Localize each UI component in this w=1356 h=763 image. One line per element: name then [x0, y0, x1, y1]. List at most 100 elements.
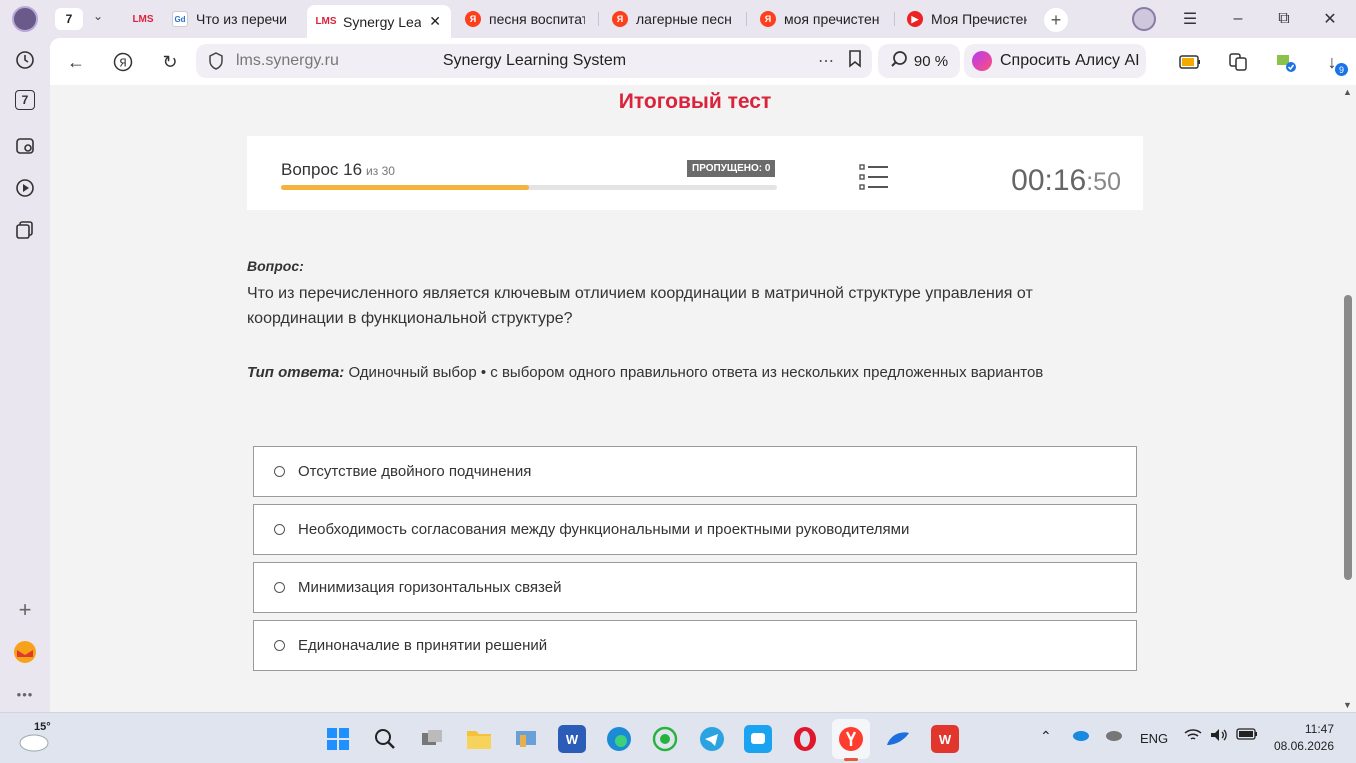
address-bar[interactable]: lms.synergy.ru Synergy Learning System ⋯	[196, 44, 872, 78]
answer-option[interactable]: Необходимость согласования между функцио…	[253, 504, 1137, 555]
tab-divider	[894, 12, 895, 26]
profile-avatar[interactable]	[12, 6, 38, 32]
translate-icon[interactable]	[1224, 48, 1252, 76]
back-icon[interactable]: ←	[62, 48, 90, 76]
answer-type: Тип ответа: Одиночный выбор • с выбором …	[247, 364, 1043, 381]
wps-icon[interactable]: W	[931, 725, 959, 753]
radio-button[interactable]	[274, 640, 285, 651]
answer-option-label: Единоначалие в принятии решений	[298, 637, 548, 654]
extension-icon[interactable]	[1272, 48, 1300, 76]
downloads-badge: 9	[1335, 63, 1348, 76]
reload-icon[interactable]: ↻	[156, 48, 184, 76]
yandex-icon: Я	[612, 11, 628, 27]
messenger-icon[interactable]	[744, 725, 772, 753]
telegram-icon[interactable]	[698, 725, 726, 753]
weather-widget[interactable]: 15°	[18, 721, 52, 753]
answer-option[interactable]: Минимизация горизонтальных связей	[253, 562, 1137, 613]
language-indicator[interactable]: ENG	[1140, 731, 1168, 746]
add-icon[interactable]: +	[13, 597, 37, 622]
app-icon[interactable]	[884, 725, 912, 753]
play-icon[interactable]	[13, 176, 37, 200]
progress-fill	[281, 185, 529, 190]
gd-icon: Gd	[172, 11, 188, 27]
page-content: Итоговый тест Вопрос 16 из 30 ПРОПУЩЕНО: …	[50, 85, 1340, 712]
yandex-logo-icon[interactable]: Я	[109, 48, 137, 76]
wifi-icon[interactable]	[1184, 728, 1202, 745]
clock[interactable]: 11:47 08.06.2026	[1270, 721, 1334, 755]
side-panel: 7 + •••	[0, 38, 50, 713]
answer-option-label: Минимизация горизонтальных связей	[298, 579, 562, 596]
volume-icon[interactable]	[1210, 728, 1228, 745]
skipped-badge[interactable]: ПРОПУЩЕНО: 0	[687, 160, 776, 177]
restore-icon[interactable]: ⧉	[1270, 6, 1298, 32]
active-app-indicator	[844, 758, 858, 761]
tab-title: песня воспитат	[489, 11, 585, 27]
search-icon[interactable]	[371, 725, 399, 753]
tab-title: Что из перечис	[196, 11, 286, 27]
tab-gd[interactable]: Gd Что из перечис	[162, 5, 302, 33]
tab-synergy[interactable]: LMS Synergy Lear ✕	[307, 5, 451, 38]
url-domain: lms.synergy.ru	[236, 52, 339, 69]
radio-button[interactable]	[274, 466, 285, 477]
tab-divider	[746, 12, 747, 26]
opera-icon[interactable]	[791, 725, 819, 753]
task-view-icon[interactable]	[418, 725, 446, 753]
word-icon[interactable]: W	[558, 725, 586, 753]
whatsapp-icon[interactable]	[651, 725, 679, 753]
scroll-down-arrow[interactable]: ▼	[1343, 700, 1352, 710]
radio-button[interactable]	[274, 524, 285, 535]
yandex-browser-taskbar-icon[interactable]	[832, 719, 870, 761]
file-explorer-icon[interactable]	[465, 725, 493, 753]
answer-option[interactable]: Отсутствие двойного подчинения	[253, 446, 1137, 497]
tab-video[interactable]: ▶ Моя Пречистен	[897, 5, 1037, 33]
tab-song-3[interactable]: Я моя пречистен	[750, 5, 892, 33]
close-icon[interactable]: ✕	[429, 13, 441, 30]
new-tab-button[interactable]: +	[1044, 8, 1068, 32]
chevron-up-icon[interactable]: ⌃	[1040, 728, 1052, 745]
start-icon[interactable]	[324, 725, 352, 753]
more-icon[interactable]: •••	[13, 682, 37, 706]
shield-icon[interactable]	[208, 52, 224, 70]
menu-icon[interactable]: ☰	[1176, 6, 1204, 32]
minimize-icon[interactable]: –	[1224, 6, 1252, 32]
downloads-icon[interactable]: ↓ 9	[1318, 48, 1348, 76]
scrollbar[interactable]: ▲ ▼	[1340, 85, 1356, 712]
bookmark-icon[interactable]	[848, 49, 862, 73]
user-icon[interactable]	[1132, 7, 1156, 31]
answer-option-label: Отсутствие двойного подчинения	[298, 463, 532, 480]
video-icon: ▶	[907, 11, 923, 27]
lms-icon: LMS	[132, 13, 154, 25]
cloud-icon[interactable]	[1104, 728, 1124, 745]
chevron-down-icon[interactable]: ⌄	[93, 9, 103, 23]
tab-song-1[interactable]: Я песня воспитат	[455, 5, 595, 33]
scrollbar-thumb[interactable]	[1344, 295, 1352, 580]
tab-lms-pinned[interactable]: LMS	[124, 5, 160, 33]
app-icon[interactable]	[512, 725, 540, 753]
question-label: Вопрос:	[247, 258, 304, 274]
edge-icon[interactable]	[605, 725, 633, 753]
question-list-icon[interactable]	[859, 164, 889, 190]
zoom-indicator[interactable]: 90 %	[878, 44, 960, 78]
more-dots-icon[interactable]: ⋯	[818, 51, 834, 71]
scroll-up-arrow[interactable]: ▲	[1343, 87, 1352, 97]
history-icon[interactable]	[13, 48, 37, 72]
onedrive-icon[interactable]	[1070, 728, 1090, 745]
yandex-icon: Я	[465, 11, 481, 27]
screenshot-icon[interactable]	[13, 134, 37, 158]
alice-button[interactable]: Спросить Алису AI	[964, 44, 1146, 78]
answer-option[interactable]: Единоначалие в принятии решений	[253, 620, 1137, 671]
battery-saver-icon[interactable]	[1176, 48, 1204, 76]
mail-icon[interactable]	[13, 640, 37, 664]
collections-icon[interactable]	[13, 218, 37, 242]
battery-icon[interactable]	[1236, 728, 1258, 743]
question-counter: Вопрос 16 из 30	[281, 160, 395, 180]
tab-counter-button[interactable]: 7	[55, 8, 83, 30]
question-text: Что из перечисленного является ключевым …	[247, 285, 1033, 327]
tab-song-2[interactable]: Я лагерные песн	[602, 5, 744, 33]
radio-button[interactable]	[274, 582, 285, 593]
zoom-icon	[890, 50, 908, 72]
alice-label: Спросить Алису AI	[1000, 52, 1140, 69]
test-status-panel: Вопрос 16 из 30 ПРОПУЩЕНО: 0 00:16:50	[247, 136, 1143, 210]
tabs-panel-button[interactable]: 7	[15, 90, 35, 110]
close-window-icon[interactable]: ✕	[1316, 6, 1344, 32]
